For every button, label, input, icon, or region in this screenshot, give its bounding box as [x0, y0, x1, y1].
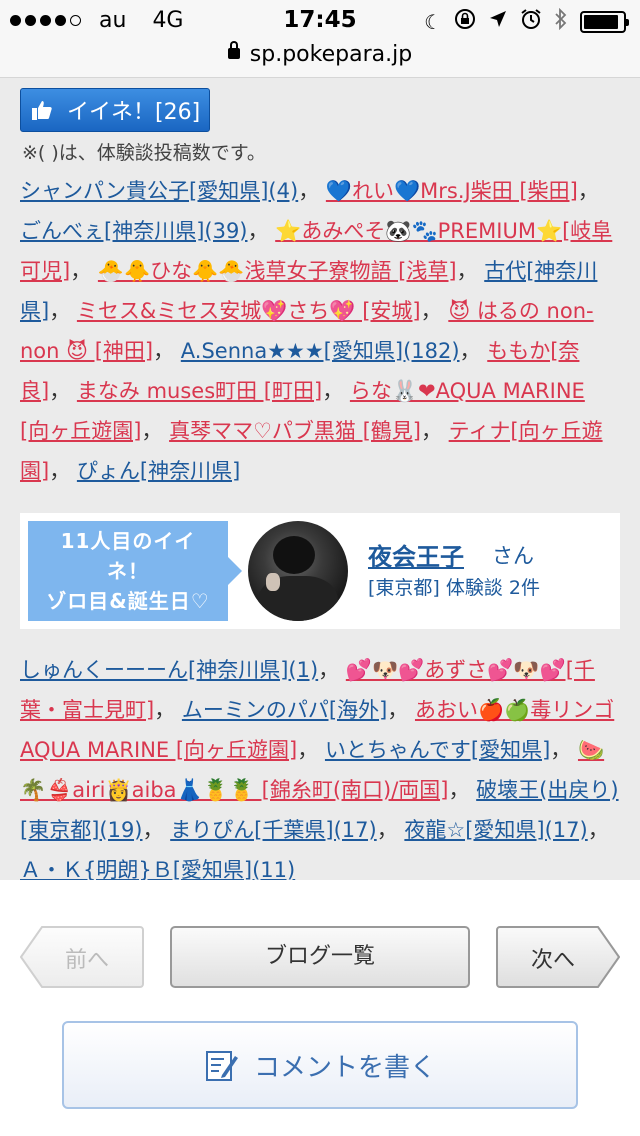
liker-link[interactable]: いとちゃんです[愛知県]: [325, 738, 550, 762]
separator: ，: [550, 738, 578, 762]
url-host: sp.pokepara.jp: [249, 42, 413, 67]
next-button[interactable]: 次へ: [496, 926, 620, 988]
separator: ，: [420, 299, 449, 323]
prev-button[interactable]: 前へ: [20, 926, 144, 988]
separator: ，: [49, 379, 77, 403]
separator: ，: [587, 818, 609, 842]
separator: ，: [70, 259, 98, 283]
separator: ，: [298, 179, 326, 203]
liker-link[interactable]: 🐣🐥ひな🐥🐣浅草女子寮物語 [浅草]: [98, 259, 457, 283]
write-comment-label: コメントを書く: [253, 1052, 436, 1083]
battery-icon: [580, 10, 629, 33]
liker-link[interactable]: ミセス&ミセス安城💖さち💖 [安城]: [77, 299, 421, 323]
separator: ，: [297, 738, 325, 762]
liker-link[interactable]: A.Senna★★★[愛知県](182): [181, 339, 460, 363]
separator: ，: [49, 299, 77, 323]
status-bar: au 4G 17:45 ☾: [0, 0, 640, 42]
honorific-label: さん: [492, 544, 534, 568]
liker-link[interactable]: シャンパン貴公子[愛知県](4): [20, 179, 298, 203]
liker-link[interactable]: ごんべぇ[神奈川県](39): [20, 219, 248, 243]
featured-user-meta: [東京都] 体験談 2件: [368, 577, 540, 599]
separator: ，: [459, 339, 488, 363]
liker-link[interactable]: 夜龍☆[愛知県](17): [404, 818, 587, 842]
liker-list: シャンパン貴公子[愛知県](4)， 💙れい💙Mrs.J柴田 [柴田]， ごんべぇ…: [20, 171, 620, 491]
separator: ，: [387, 698, 415, 722]
pencil-note-icon: [205, 1051, 238, 1081]
moon-icon: ☾: [424, 9, 442, 34]
badge-line: ゾロ目&誕生日♡: [46, 589, 210, 613]
liker-link[interactable]: まりぴん[千葉県](17): [170, 818, 377, 842]
separator: ，: [141, 419, 170, 443]
badge-line: 11人目のイイ: [60, 529, 196, 553]
liker-link[interactable]: まなみ muses町田 [町田]: [77, 379, 322, 403]
separator: ，: [153, 339, 181, 363]
separator: ，: [318, 658, 346, 682]
status-right: ☾: [424, 7, 629, 35]
milestone-badge: 11人目のイイ ネ！ ゾロ目&誕生日♡: [28, 521, 242, 621]
liker-link[interactable]: ムーミンのパパ[海外]: [182, 698, 387, 722]
liker-link[interactable]: ぴょん[神奈川県]: [77, 459, 240, 483]
main-content: イイネ！[26] ※( )は、体験談投稿数です。 シャンパン貴公子[愛知県](4…: [0, 78, 640, 882]
liker-link[interactable]: Ａ・Ｋ{明朗}Ｂ[愛知県](11): [20, 858, 295, 882]
separator: ，: [448, 778, 477, 802]
avatar[interactable]: [248, 521, 348, 621]
liker-link[interactable]: しゅんくーーーん[神奈川県](1): [20, 658, 318, 682]
separator: ，: [247, 219, 276, 243]
badge-line: ネ！: [107, 559, 149, 583]
separator: ，: [49, 459, 77, 483]
pagination-nav: 前へ ブログ一覧 次へ コメントを書く: [0, 880, 640, 1136]
liker-link[interactable]: 💙れい💙Mrs.J柴田 [柴田]: [326, 179, 578, 203]
separator: ，: [420, 419, 449, 443]
write-comment-button[interactable]: コメントを書く: [62, 1021, 578, 1109]
address-bar[interactable]: sp.pokepara.jp: [0, 40, 640, 78]
like-count-label: イイネ！[26]: [67, 100, 201, 125]
separator: ，: [154, 698, 182, 722]
orientation-lock-icon: [454, 8, 476, 35]
separator: ，: [322, 379, 350, 403]
separator: ，: [456, 259, 485, 283]
liker-link[interactable]: 真琴ママ♡パブ黒猫 [鶴見]: [169, 419, 421, 443]
next-label: 次へ: [530, 948, 575, 973]
featured-user-link[interactable]: 夜会王子: [368, 537, 464, 572]
post-count-note: ※( )は、体験談投稿数です。: [22, 142, 266, 164]
liker-list-2: しゅんくーーーん[神奈川県](1)， 💕🐶💕あずさ💕🐶💕[千葉・富士見町]， ム…: [20, 650, 620, 890]
separator: ，: [376, 818, 405, 842]
location-arrow-icon: [488, 9, 508, 34]
like-button[interactable]: イイネ！[26]: [20, 88, 210, 132]
prev-label: 前へ: [64, 948, 109, 973]
bluetooth-icon: [554, 7, 568, 35]
lock-icon: [227, 40, 240, 59]
blog-list-button[interactable]: ブログ一覧: [170, 926, 470, 988]
thumbs-up-icon: [32, 101, 52, 120]
separator: ，: [577, 179, 599, 203]
featured-liker-card[interactable]: 11人目のイイ ネ！ ゾロ目&誕生日♡ 夜会王子 さん [東京都] 体験談 2件: [20, 513, 620, 629]
separator: ，: [142, 818, 171, 842]
alarm-icon: [520, 8, 542, 35]
